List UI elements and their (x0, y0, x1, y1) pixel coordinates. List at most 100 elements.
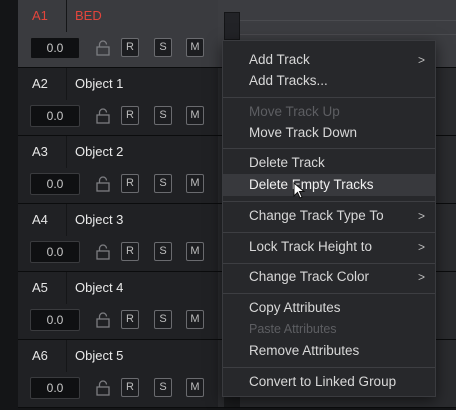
submenu-arrow-icon: > (417, 53, 425, 67)
solo-button[interactable]: S (154, 174, 172, 193)
lock-icon[interactable] (95, 312, 111, 328)
track-id: A2 (32, 76, 48, 91)
track-name[interactable]: Object 2 (75, 144, 123, 159)
menu-item-lock-track-height[interactable]: Lock Track Height to > (223, 236, 435, 258)
solo-button[interactable]: S (154, 106, 172, 125)
track-header[interactable]: A1 BED 0.0 R S M (18, 0, 218, 68)
divider (66, 340, 67, 372)
mute-button[interactable]: M (186, 310, 204, 329)
menu-item-move-track-down[interactable]: Move Track Down (223, 122, 435, 144)
mute-button[interactable]: M (186, 242, 204, 261)
menu-separator (223, 293, 435, 294)
menu-item-label: Add Track (249, 52, 310, 67)
lane-line (240, 20, 456, 21)
menu-item-add-tracks[interactable]: Add Tracks... (223, 70, 435, 92)
volume-field[interactable]: 0.0 (30, 105, 80, 127)
lock-icon[interactable] (95, 176, 111, 192)
mute-button[interactable]: M (186, 106, 204, 125)
track-title-row: A3 Object 2 (18, 136, 218, 168)
menu-separator (223, 263, 435, 264)
track-header[interactable]: A2 Object 1 0.0 R S M (18, 68, 218, 136)
menu-item-move-track-up: Move Track Up (223, 101, 435, 123)
record-button[interactable]: R (121, 378, 139, 397)
track-name[interactable]: BED (75, 8, 102, 23)
volume-field[interactable]: 0.0 (30, 309, 80, 331)
volume-field[interactable]: 0.0 (30, 377, 80, 399)
track-name[interactable]: Object 5 (75, 348, 123, 363)
scrollbar-thumb[interactable] (224, 12, 240, 40)
lock-icon[interactable] (95, 108, 111, 124)
record-button[interactable]: R (121, 310, 139, 329)
lock-icon[interactable] (95, 40, 111, 56)
menu-item-label: Move Track Up (249, 104, 340, 119)
submenu-arrow-icon: > (417, 209, 425, 223)
solo-button[interactable]: S (154, 38, 172, 57)
divider (66, 0, 67, 32)
menu-item-copy-attributes[interactable]: Copy Attributes (223, 297, 435, 319)
mute-button[interactable]: M (186, 38, 204, 57)
submenu-arrow-icon: > (417, 270, 425, 284)
submenu-arrow-icon: > (417, 240, 425, 254)
track-title-row: A6 Object 5 (18, 340, 218, 372)
menu-item-change-track-color[interactable]: Change Track Color > (223, 266, 435, 288)
track-header[interactable]: A5 Object 4 0.0 R S M (18, 272, 218, 340)
menu-separator (223, 97, 435, 98)
lock-icon[interactable] (95, 244, 111, 260)
record-button[interactable]: R (121, 106, 139, 125)
mute-button[interactable]: M (186, 174, 204, 193)
track-context-menu: Add Track > Add Tracks... Move Track Up … (222, 40, 436, 397)
divider (66, 272, 67, 304)
menu-item-convert-linked-group[interactable]: Convert to Linked Group (223, 371, 435, 393)
lock-icon[interactable] (95, 380, 111, 396)
menu-item-delete-empty-tracks[interactable]: Delete Empty Tracks (223, 174, 435, 199)
menu-item-label: Copy Attributes (249, 300, 341, 315)
track-controls: 0.0 R S M (18, 103, 218, 131)
menu-item-label: Delete Empty Tracks (249, 177, 374, 192)
menu-item-label: Paste Attributes (249, 322, 337, 336)
menu-item-paste-attributes: Paste Attributes (223, 318, 435, 340)
track-name[interactable]: Object 1 (75, 76, 123, 91)
track-name[interactable]: Object 3 (75, 212, 123, 227)
mute-button[interactable]: M (186, 378, 204, 397)
menu-item-remove-attributes[interactable]: Remove Attributes (223, 340, 435, 362)
menu-item-label: Delete Track (249, 155, 325, 170)
menu-item-label: Move Track Down (249, 125, 358, 140)
track-header[interactable]: A3 Object 2 0.0 R S M (18, 136, 218, 204)
track-header[interactable]: A4 Object 3 0.0 R S M (18, 204, 218, 272)
solo-button[interactable]: S (154, 242, 172, 261)
track-title-row: A1 BED (18, 0, 218, 32)
solo-button[interactable]: S (154, 378, 172, 397)
track-header[interactable]: A6 Object 5 0.0 R S M (18, 340, 218, 408)
track-controls: 0.0 R S M (18, 239, 218, 267)
menu-item-label: Change Track Color (249, 269, 370, 284)
track-title-row: A4 Object 3 (18, 204, 218, 236)
menu-item-label: Remove Attributes (249, 343, 360, 358)
menu-separator (223, 201, 435, 202)
menu-item-add-track[interactable]: Add Track > (223, 49, 435, 71)
divider (66, 68, 67, 100)
track-controls: 0.0 R S M (18, 35, 218, 63)
track-controls: 0.0 R S M (18, 171, 218, 199)
track-id: A4 (32, 212, 48, 227)
menu-separator (223, 367, 435, 368)
track-controls: 0.0 R S M (18, 307, 218, 335)
divider (66, 136, 67, 168)
record-button[interactable]: R (121, 174, 139, 193)
mouse-pointer-icon (293, 182, 306, 199)
track-title-row: A2 Object 1 (18, 68, 218, 100)
record-button[interactable]: R (121, 38, 139, 57)
lane-line (240, 34, 456, 35)
track-id: A3 (32, 144, 48, 159)
menu-item-label: Add Tracks... (249, 73, 328, 88)
menu-item-label: Convert to Linked Group (249, 374, 397, 389)
volume-field[interactable]: 0.0 (30, 241, 80, 263)
menu-item-label: Change Track Type To (249, 208, 384, 223)
volume-field[interactable]: 0.0 (30, 37, 80, 59)
menu-item-change-track-type[interactable]: Change Track Type To > (223, 205, 435, 227)
menu-item-delete-track[interactable]: Delete Track (223, 152, 435, 174)
volume-field[interactable]: 0.0 (30, 173, 80, 195)
divider (66, 204, 67, 236)
record-button[interactable]: R (121, 242, 139, 261)
solo-button[interactable]: S (154, 310, 172, 329)
track-name[interactable]: Object 4 (75, 280, 123, 295)
